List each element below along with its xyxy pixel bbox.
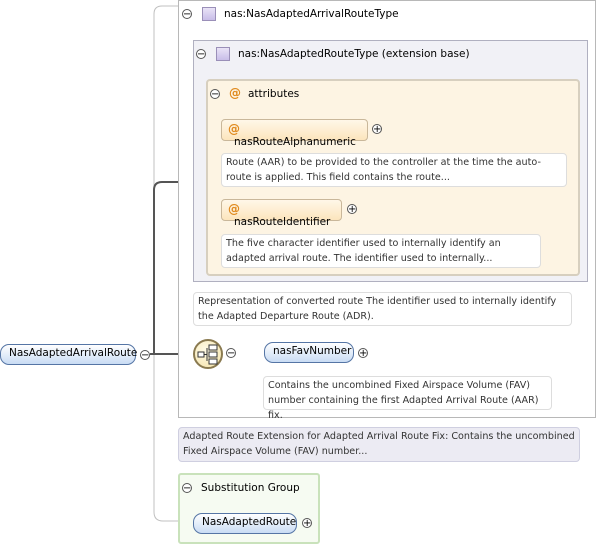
attribute-doc: The five character identifier used to in… bbox=[221, 234, 541, 268]
collapse-toggle-icon[interactable]: − bbox=[196, 49, 206, 60]
complex-type-icon bbox=[202, 7, 216, 21]
attribute-icon: @ bbox=[229, 86, 241, 100]
expand-toggle-icon[interactable]: + bbox=[302, 518, 312, 529]
sequence-glyph-icon bbox=[197, 344, 218, 365]
attribute-nasRouteAlphanumeric[interactable]: @ nasRouteAlphanumeric bbox=[221, 119, 368, 148]
element-NasAdaptedRoute[interactable]: NasAdaptedRoute bbox=[193, 513, 297, 534]
collapse-toggle-icon[interactable]: − bbox=[210, 89, 220, 100]
collapse-toggle-icon[interactable]: − bbox=[182, 9, 192, 20]
extension-doc: Representation of converted route The id… bbox=[193, 292, 572, 326]
complex-type-name: nas:NasAdaptedArrivalRouteType bbox=[224, 8, 399, 20]
attribute-name: nasRouteIdentifier bbox=[234, 216, 331, 228]
expand-toggle-icon[interactable]: + bbox=[372, 124, 382, 135]
expand-toggle-icon[interactable]: + bbox=[358, 348, 368, 359]
collapse-toggle-icon[interactable]: − bbox=[182, 483, 192, 494]
attribute-icon: @ bbox=[228, 122, 240, 136]
sequence-compositor-icon[interactable] bbox=[193, 339, 223, 369]
attribute-icon: @ bbox=[228, 202, 240, 216]
attribute-name: nasRouteAlphanumeric bbox=[234, 136, 356, 148]
expand-toggle-icon[interactable]: + bbox=[347, 204, 357, 215]
complex-type-doc: Adapted Route Extension for Adapted Arri… bbox=[178, 427, 580, 462]
attributes-label: attributes bbox=[248, 88, 300, 100]
extension-name: nas:NasAdaptedRouteType (extension base) bbox=[238, 48, 470, 60]
collapse-toggle-icon[interactable]: − bbox=[226, 348, 236, 359]
collapse-toggle-icon[interactable]: − bbox=[140, 350, 150, 361]
element-doc: Contains the uncombined Fixed Airspace V… bbox=[263, 376, 552, 421]
attribute-doc: Route (AAR) to be provided to the contro… bbox=[221, 153, 567, 187]
extension-type-icon bbox=[216, 47, 230, 61]
attribute-nasRouteIdentifier[interactable]: @ nasRouteIdentifier bbox=[221, 199, 342, 228]
substitution-group-label: Substitution Group bbox=[201, 482, 300, 494]
root-element-NasAdaptedArrivalRoute[interactable]: NasAdaptedArrivalRoute bbox=[0, 344, 137, 365]
element-nasFavNumber[interactable]: nasFavNumber bbox=[264, 342, 354, 363]
